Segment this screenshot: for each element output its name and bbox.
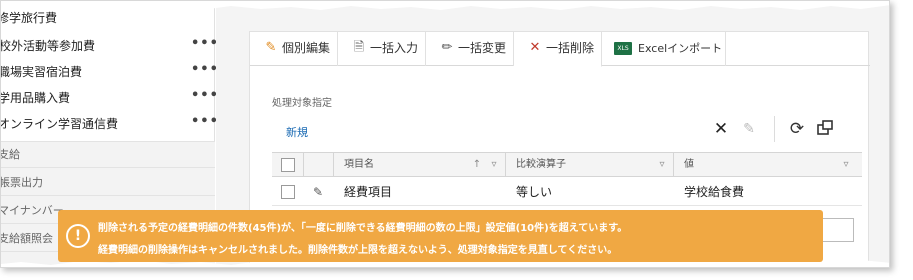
- tab-bulk-input[interactable]: 🗎 一括入力: [338, 32, 426, 66]
- sidebar-item-label: 職場実習宿泊費: [0, 65, 83, 79]
- document-icon: 🗎: [353, 40, 365, 55]
- select-all-checkbox[interactable]: [281, 158, 295, 172]
- cell-text: 経費項目: [344, 185, 393, 199]
- sidebar-item-label: 校外活動等参加費: [0, 39, 96, 53]
- screenshot-frame: 修学旅行費 校外活動等参加費 ••• 職場実習宿泊費 ••• 学用品購入費 ••…: [0, 0, 913, 280]
- sidebar-item-label: オンライン学習通信費: [0, 117, 119, 131]
- sidebar-item-online-learning[interactable]: オンライン学習通信費 •••: [0, 111, 218, 137]
- sort-asc-icon[interactable]: ↑: [472, 158, 482, 172]
- column-header-label: 項目名: [344, 159, 374, 170]
- sidebar-item-outdoor-activity[interactable]: 校外活動等参加費 •••: [0, 33, 218, 59]
- cell-value: 学校給食費: [674, 178, 862, 205]
- edit-disabled-icon: ✎: [743, 121, 755, 137]
- header-value[interactable]: 値 ▿: [674, 153, 862, 176]
- filter-icon[interactable]: ▿: [488, 158, 500, 172]
- header-edit-cell: [304, 153, 334, 176]
- tab-label: Excelインポート: [638, 42, 723, 55]
- column-header-label: 値: [684, 159, 694, 170]
- cell-operator: 等しい: [506, 178, 674, 205]
- tab-bulk-change[interactable]: ✏ 一括変更: [426, 32, 514, 66]
- operation-tabs: ✎ 個別編集 🗎 一括入力 ✏ 一括変更 ✕ 一括削除 XLS Excelインポ…: [250, 32, 870, 67]
- header-checkbox-cell: [272, 153, 304, 176]
- condition-grid: 項目名 ↑ ▿ 比較演算子 ▿ 値 ▿ ✎ 経費項目 等しい 学校給食費: [272, 152, 862, 206]
- more-options-icon[interactable]: •••: [191, 109, 219, 135]
- clear-icon[interactable]: ✕: [712, 120, 730, 138]
- tab-excel-import[interactable]: XLS Excelインポート: [602, 32, 726, 66]
- edit-icon: ✎: [265, 40, 277, 55]
- sidebar-section-payment[interactable]: 支給: [1, 142, 215, 168]
- refresh-icon[interactable]: ⟳: [788, 120, 806, 138]
- delete-x-icon: ✕: [529, 40, 541, 55]
- row-checkbox-cell: [272, 178, 304, 205]
- more-options-icon[interactable]: •••: [191, 57, 219, 83]
- cell-text: 学校給食費: [684, 185, 745, 199]
- section-title: 処理対象指定: [272, 98, 332, 109]
- header-item-name[interactable]: 項目名 ↑ ▿: [334, 153, 506, 176]
- sidebar-section-report-output[interactable]: 帳票出力: [1, 170, 215, 196]
- expand-window-icon[interactable]: [816, 120, 834, 138]
- table-row[interactable]: ✎ 経費項目 等しい 学校給食費: [272, 178, 862, 206]
- filter-icon[interactable]: ▿: [656, 158, 668, 172]
- cell-text: 等しい: [516, 185, 553, 199]
- column-header-label: 比較演算子: [516, 159, 566, 170]
- sidebar-section-label: 支給額照会: [0, 232, 53, 245]
- sidebar-item-workplace-lodging[interactable]: 職場実習宿泊費 •••: [0, 59, 218, 85]
- sidebar-item-label: 学用品購入費: [0, 91, 71, 105]
- header-operator[interactable]: 比較演算子 ▿: [506, 153, 674, 176]
- row-edit-cell: ✎: [304, 178, 334, 205]
- tab-individual-edit[interactable]: ✎ 個別編集: [250, 32, 338, 66]
- warning-toast: ! 削除される予定の経費明細の件数(45件)が、「一度に削除できる経費明細の数の…: [58, 210, 823, 262]
- toast-message-line2: 経費明細の削除操作はキャンセルされました。削除件数が上限を超えないよう、処理対象…: [98, 245, 618, 256]
- sidebar-section-label: マイナンバー: [0, 204, 64, 217]
- more-options-icon[interactable]: •••: [191, 31, 219, 57]
- tab-bulk-delete[interactable]: ✕ 一括削除: [514, 32, 602, 67]
- pencil-icon: ✏: [441, 40, 453, 55]
- excel-icon: XLS: [614, 42, 632, 55]
- grid-header: 項目名 ↑ ▿ 比較演算子 ▿ 値 ▿: [272, 153, 862, 177]
- row-edit-icon[interactable]: ✎: [313, 185, 323, 199]
- tab-label: 一括変更: [458, 41, 507, 55]
- sidebar-item-school-supplies[interactable]: 学用品購入費 •••: [0, 85, 218, 111]
- torn-edge-top: [1, 1, 889, 10]
- more-options-icon[interactable]: •••: [191, 83, 219, 109]
- warning-exclamation-icon: !: [66, 224, 90, 248]
- toolbar-divider: [774, 116, 775, 142]
- tab-label: 一括入力: [370, 41, 419, 55]
- tab-label: 一括削除: [546, 41, 595, 55]
- sidebar-section-label: 支給: [0, 148, 20, 161]
- cell-item-name: 経費項目: [334, 178, 506, 205]
- sidebar-section-label: 帳票出力: [0, 176, 43, 189]
- new-link[interactable]: 新規: [286, 124, 308, 140]
- filter-icon[interactable]: ▿: [840, 158, 852, 172]
- toast-message-line1: 削除される予定の経費明細の件数(45件)が、「一度に削除できる経費明細の数の上限…: [98, 223, 628, 234]
- tab-label: 個別編集: [282, 41, 331, 55]
- row-checkbox[interactable]: [281, 185, 295, 199]
